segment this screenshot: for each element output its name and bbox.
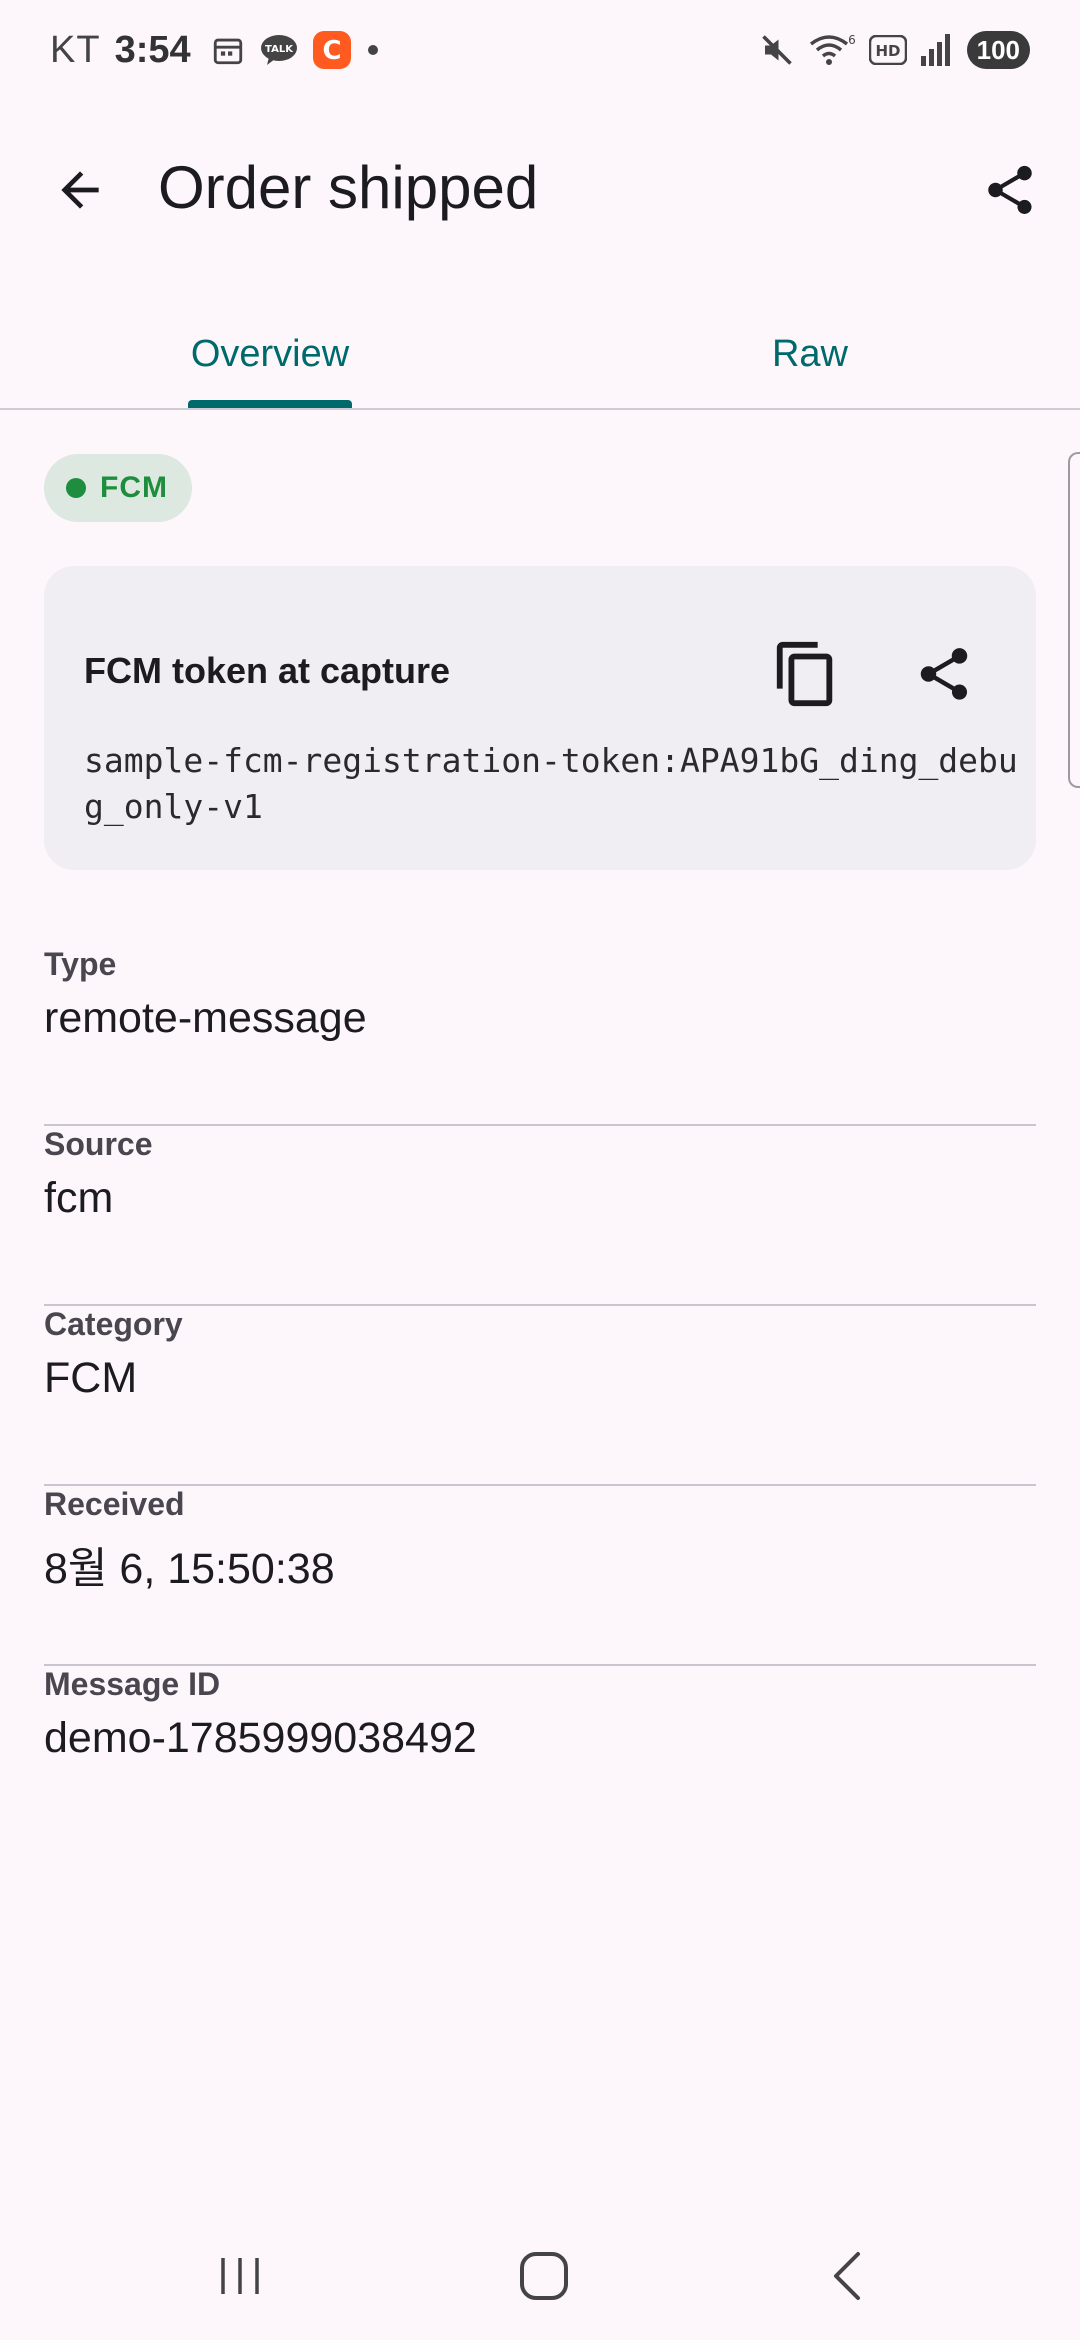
token-card-title: FCM token at capture [84, 650, 451, 691]
scroll-handle[interactable] [1068, 452, 1080, 788]
field-value: fcm [44, 1174, 114, 1222]
chevron-left-icon [834, 2252, 860, 2300]
back-button[interactable] [40, 150, 120, 230]
field-value: FCM [44, 1354, 138, 1402]
tab-bar: Overview Raw [0, 300, 1080, 410]
share-icon [988, 165, 1032, 214]
recents-button[interactable] [180, 2236, 300, 2316]
kakaotalk-label: TALK [265, 44, 294, 55]
tab-overview[interactable]: Overview [0, 300, 540, 408]
field-label: Type [44, 946, 117, 982]
copy-token-button[interactable] [758, 626, 854, 722]
field-source: Source fcm [44, 1126, 1036, 1306]
token-card: FCM token at capture sample-fcm-registra… [44, 566, 1036, 870]
field-received: Received 8월 6, 15:50:38 [44, 1486, 1036, 1666]
token-value: sample-fcm-registration-token:APA91bG_di… [84, 741, 1018, 826]
mute-icon [759, 32, 795, 68]
svg-text:6: 6 [848, 33, 856, 47]
copy-icon [776, 641, 833, 707]
calendar-icon [211, 33, 245, 67]
wifi-icon: 6 [807, 30, 857, 70]
system-back-button[interactable] [786, 2236, 906, 2316]
field-value: 8월 6, 15:50:38 [44, 1545, 335, 1593]
source-chip: FCM [44, 454, 192, 522]
field-label: Message ID [44, 1666, 221, 1702]
field-label: Source [44, 1126, 153, 1162]
app-badge-label: C [322, 36, 341, 66]
share-button[interactable] [970, 150, 1050, 230]
share-token-button[interactable] [896, 626, 992, 722]
screen: KT 3:54 TALK C 6 HD 100 Order shipped Ov… [0, 0, 1080, 2340]
signal-icon [919, 32, 955, 68]
status-bar: KT 3:54 TALK C 6 HD 100 [0, 0, 1080, 100]
recents-icon [221, 2258, 259, 2294]
chip-label: FCM [100, 471, 168, 504]
field-value: demo-1785999038492 [44, 1714, 477, 1762]
battery-icon: 100 [966, 31, 1030, 69]
clock: 3:54 [114, 28, 191, 71]
status-bar-right: 6 HD 100 [759, 22, 1030, 78]
field-value: remote-message [44, 994, 367, 1042]
tab-raw[interactable]: Raw [540, 300, 1080, 408]
status-bar-left: KT 3:54 TALK C [50, 22, 381, 78]
home-button[interactable] [484, 2236, 604, 2316]
app-bar: Order shipped [0, 110, 1080, 260]
field-category: Category FCM [44, 1306, 1036, 1486]
dot-icon [365, 42, 381, 58]
arrow-back-icon [61, 171, 99, 209]
field-label: Category [44, 1306, 183, 1342]
carrier-label: KT [50, 28, 101, 71]
field-message-id: Message ID demo-1785999038492 [44, 1666, 1036, 1846]
tab-indicator [188, 400, 352, 408]
page-title: Order shipped [158, 154, 539, 221]
home-icon [520, 2252, 568, 2300]
share-icon [920, 648, 968, 700]
kakaotalk-icon: TALK [259, 33, 299, 67]
field-type: Type remote-message [44, 946, 1036, 1126]
system-nav-bar [0, 2200, 1080, 2340]
status-dot-icon [66, 478, 86, 498]
app-c-icon: C [312, 31, 351, 69]
hd-icon: HD [868, 35, 907, 65]
svg-text:HD: HD [875, 42, 900, 60]
field-label: Received [44, 1486, 185, 1522]
